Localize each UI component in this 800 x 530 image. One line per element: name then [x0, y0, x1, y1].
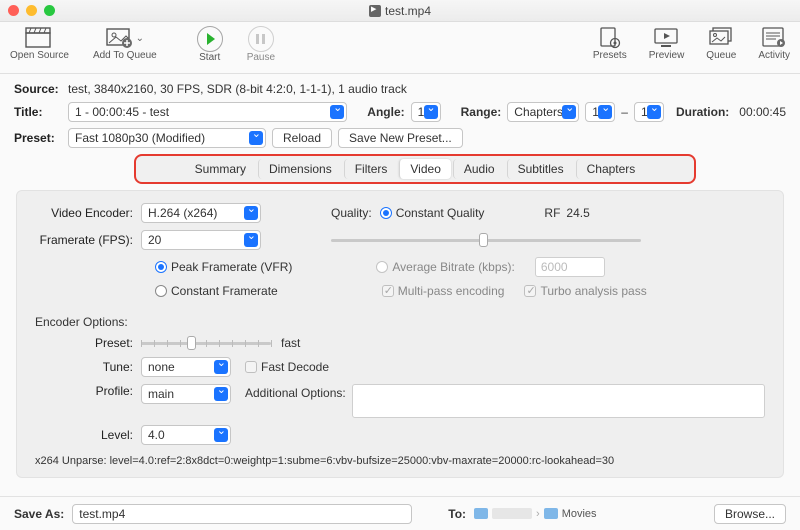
play-icon — [197, 26, 223, 52]
source-info: test, 3840x2160, 30 FPS, SDR (8-bit 4:2:… — [68, 82, 407, 96]
browse-button[interactable]: Browse... — [714, 504, 786, 524]
title-bar: test.mp4 — [0, 0, 800, 22]
video-encoder-select[interactable]: H.264 (x264) — [141, 203, 261, 223]
save-as-field[interactable]: test.mp4 — [72, 504, 412, 524]
tab-video[interactable]: Video — [399, 159, 450, 179]
open-source-button[interactable]: Open Source — [10, 26, 69, 61]
save-new-preset-button[interactable]: Save New Preset... — [338, 128, 463, 148]
add-to-queue-button[interactable]: ⌄ Add To Queue — [93, 26, 157, 61]
constant-framerate-radio[interactable] — [155, 285, 167, 297]
tab-filters[interactable]: Filters — [344, 159, 398, 179]
tune-select[interactable]: none — [141, 357, 231, 377]
pause-icon — [248, 26, 274, 52]
range-from-select[interactable]: 1 — [585, 102, 615, 122]
document-gear-icon — [596, 26, 624, 50]
preview-button[interactable]: Preview — [649, 26, 685, 61]
reload-button[interactable]: Reload — [272, 128, 332, 148]
turbo-pass-check — [524, 285, 536, 297]
average-bitrate-radio[interactable] — [376, 261, 388, 273]
multi-pass-check — [382, 285, 394, 297]
angle-select[interactable]: 1 — [411, 102, 441, 122]
destination-path[interactable]: › Movies — [474, 508, 597, 520]
toolbar: Open Source ⌄ Add To Queue Start Pause P… — [0, 22, 800, 74]
x264-unparse: x264 Unparse: level=4.0:ref=2:8x8dct=0:w… — [35, 455, 765, 467]
folder-icon — [474, 508, 488, 519]
tab-subtitles[interactable]: Subtitles — [507, 159, 574, 179]
constant-quality-radio[interactable] — [380, 207, 392, 219]
queue-button[interactable]: Queue — [706, 26, 736, 61]
range-to-select[interactable]: 1 — [634, 102, 664, 122]
tab-audio[interactable]: Audio — [453, 159, 505, 179]
peak-framerate-radio[interactable] — [155, 261, 167, 273]
start-button[interactable]: Start — [197, 26, 223, 63]
tabs-highlight: Summary Dimensions Filters Video Audio S… — [134, 154, 696, 184]
tab-summary[interactable]: Summary — [185, 159, 256, 179]
encoder-preset-slider[interactable] — [141, 336, 271, 350]
file-icon — [369, 5, 381, 17]
activity-button[interactable]: Activity — [758, 26, 790, 61]
activity-log-icon — [760, 26, 788, 50]
range-mode-select[interactable]: Chapters — [507, 102, 579, 122]
rf-value: 24.5 — [566, 206, 589, 220]
tab-chapters[interactable]: Chapters — [576, 159, 646, 179]
source-row: Source: test, 3840x2160, 30 FPS, SDR (8-… — [14, 82, 786, 96]
avg-bitrate-field: 6000 — [535, 257, 605, 277]
framerate-select[interactable]: 20 — [141, 230, 261, 250]
folder-icon — [544, 508, 558, 519]
fast-decode-check[interactable] — [245, 361, 257, 373]
window-title-text: test.mp4 — [385, 4, 431, 18]
clapperboard-icon — [25, 26, 53, 50]
preset-select[interactable]: Fast 1080p30 (Modified) — [68, 128, 266, 148]
additional-options-field[interactable] — [352, 384, 765, 418]
presets-button[interactable]: Presets — [593, 26, 627, 61]
tab-dimensions[interactable]: Dimensions — [258, 159, 342, 179]
bottom-bar: Save As: test.mp4 To: › Movies Browse... — [0, 496, 800, 530]
pause-button: Pause — [247, 26, 275, 63]
window-title: test.mp4 — [0, 4, 800, 18]
monitor-play-icon — [653, 26, 681, 50]
rf-slider[interactable] — [331, 233, 641, 247]
photo-plus-icon — [106, 26, 134, 50]
chevron-down-icon[interactable]: ⌄ — [136, 33, 144, 44]
profile-select[interactable]: main — [141, 384, 231, 404]
encoder-preset-value: fast — [281, 336, 300, 350]
photos-stack-icon — [707, 26, 735, 50]
title-select[interactable]: 1 - 00:00:45 - test — [68, 102, 347, 122]
duration-value: 00:00:45 — [739, 105, 786, 119]
video-panel: Video Encoder: H.264 (x264) Quality: Con… — [16, 190, 784, 478]
level-select[interactable]: 4.0 — [141, 425, 231, 445]
